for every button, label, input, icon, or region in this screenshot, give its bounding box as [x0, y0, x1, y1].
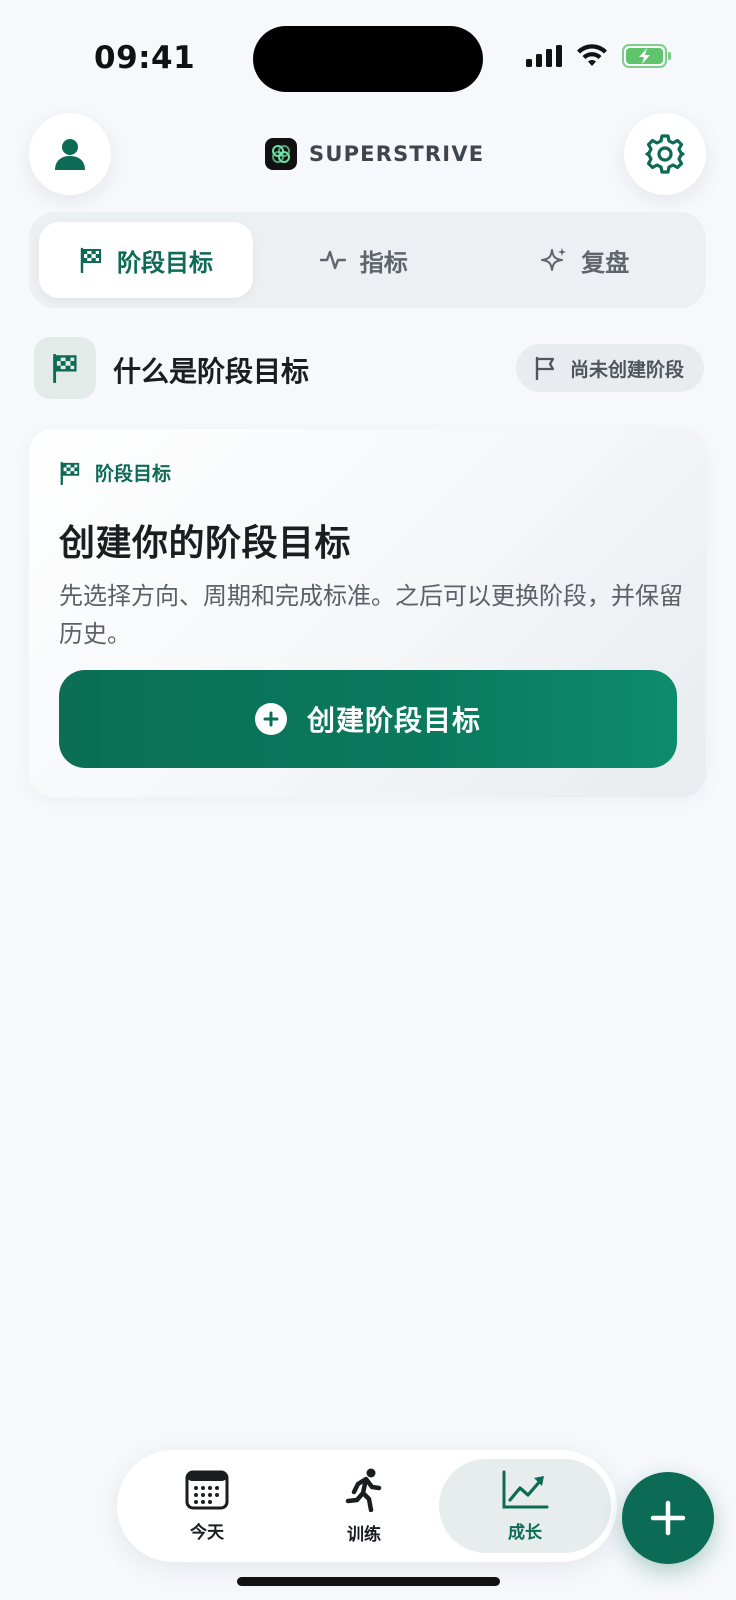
sparkle-icon [541, 248, 567, 271]
create-goal-button-label: 创建阶段目标 [306, 704, 481, 737]
status-bar: 09:41 [0, 0, 736, 110]
card-badge: 阶段目标 [59, 459, 171, 486]
tab-metrics[interactable]: 指标 [253, 222, 475, 298]
card-description: 先选择方向、周期和完成标准。之后可以更换阶段，并保留历史。 [59, 582, 683, 648]
nav-label: 今天 [190, 1522, 224, 1543]
brand-logo-icon [265, 138, 297, 170]
tab-stage-goal[interactable]: 阶段目标 [39, 222, 253, 298]
plus-icon [650, 1500, 686, 1536]
growth-chart-icon [502, 1470, 549, 1508]
tab-label: 指标 [359, 248, 408, 277]
home-indicator [237, 1577, 500, 1586]
user-icon [55, 139, 85, 170]
section-flag-icon [34, 337, 96, 399]
battery-charging-icon [622, 44, 671, 68]
bottom-nav: 今天 训练 成长 [117, 1450, 617, 1562]
tab-label: 复盘 [581, 248, 630, 277]
status-badge: 尚未创建阶段 [515, 344, 704, 392]
tab-label: 阶段目标 [117, 248, 213, 277]
profile-button[interactable] [29, 113, 111, 195]
nav-label: 训练 [347, 1524, 381, 1545]
status-badge-label: 尚未创建阶段 [569, 358, 684, 381]
nav-item-growth[interactable]: 成长 [439, 1459, 611, 1553]
wifi-icon [577, 44, 607, 66]
section-title[interactable]: 什么是阶段目标 [113, 350, 309, 390]
flag-icon [535, 356, 555, 380]
segmented-tabs: 阶段目标 指标 复盘 [29, 212, 706, 308]
card-badge-label: 阶段目标 [95, 463, 172, 485]
nav-item-today[interactable]: 今天 [152, 1450, 262, 1562]
status-time: 09:41 [94, 40, 196, 76]
card-title: 创建你的阶段目标 [59, 523, 352, 564]
nav-label: 成长 [508, 1522, 542, 1543]
status-icons [526, 44, 672, 68]
add-fab-button[interactable] [622, 1472, 714, 1564]
brand-name: SUPERSTRIVE [309, 142, 485, 166]
dynamic-island [253, 26, 483, 92]
tab-review[interactable]: 复盘 [475, 222, 697, 298]
settings-button[interactable] [624, 113, 706, 195]
calendar-icon [185, 1470, 229, 1509]
create-goal-card: 阶段目标 创建你的阶段目标 先选择方向、周期和完成标准。之后可以更换阶段，并保留… [29, 429, 706, 797]
checkered-flag-icon [60, 461, 80, 485]
checkered-flag-icon [80, 247, 101, 273]
gear-icon [645, 134, 685, 174]
nav-item-training[interactable]: 训练 [309, 1450, 419, 1562]
pulse-icon [319, 250, 346, 270]
running-figure-icon [345, 1468, 382, 1512]
signal-icon [526, 45, 562, 67]
brand: SUPERSTRIVE [265, 138, 484, 170]
plus-circle-icon [254, 703, 287, 735]
create-goal-button[interactable]: 创建阶段目标 [59, 670, 677, 768]
